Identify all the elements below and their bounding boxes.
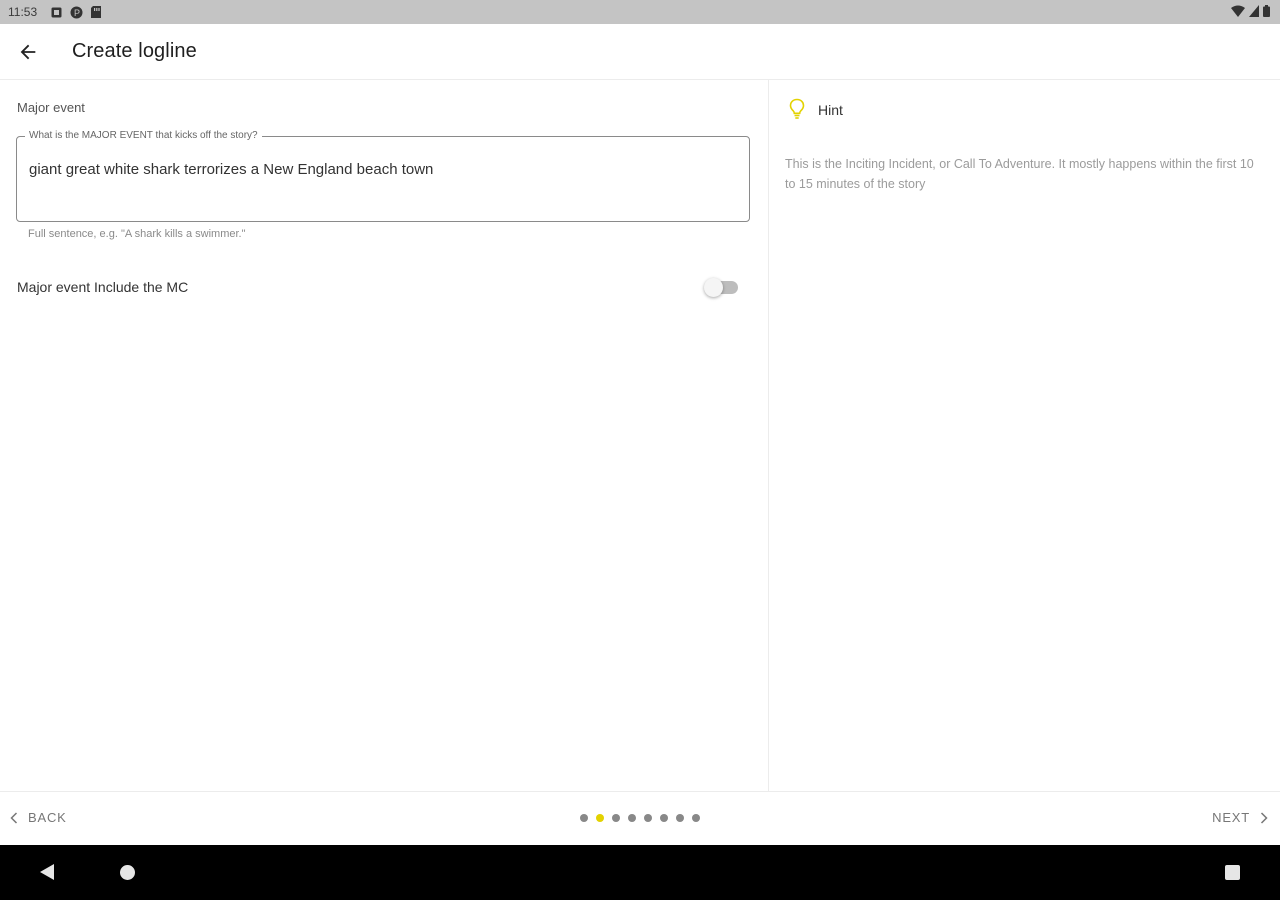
hint-body: This is the Inciting Incident, or Call T… <box>785 157 1254 191</box>
battery-icon <box>1263 5 1270 17</box>
system-status-icons <box>1231 5 1270 17</box>
page-title: Create logline <box>72 40 197 62</box>
sd-card-icon <box>91 6 102 18</box>
section-label: Major event <box>17 100 85 115</box>
page-dot[interactable] <box>612 814 620 822</box>
system-home-icon[interactable] <box>120 865 135 880</box>
include-mc-toggle[interactable] <box>704 278 740 298</box>
system-back-icon[interactable] <box>39 863 55 881</box>
p-circle-icon: P <box>70 6 83 18</box>
pager-bar: BACK NEXT <box>0 791 1280 846</box>
hint-title: Hint <box>818 102 843 118</box>
pane-divider <box>768 80 769 791</box>
major-event-field[interactable]: What is the MAJOR EVENT that kicks off t… <box>16 129 750 222</box>
system-nav-bar <box>0 845 1280 900</box>
svg-text:P: P <box>74 8 80 18</box>
status-bar: 11:53 P <box>0 0 1280 24</box>
arrow-left-icon[interactable] <box>17 41 39 63</box>
page-dot[interactable] <box>628 814 636 822</box>
wifi-icon <box>1231 5 1245 17</box>
app-bar: Create logline <box>0 24 1280 80</box>
page-dot[interactable] <box>660 814 668 822</box>
major-event-field-label: What is the MAJOR EVENT that kicks off t… <box>25 129 262 143</box>
lightbulb-icon <box>789 98 805 119</box>
signal-icon <box>1249 5 1259 17</box>
back-button-label: BACK <box>28 810 67 825</box>
system-recents-icon[interactable] <box>1225 865 1240 880</box>
next-button-label: NEXT <box>1212 810 1250 825</box>
toggle-thumb <box>704 278 723 297</box>
page-dot[interactable] <box>692 814 700 822</box>
square-notification-icon <box>51 7 62 17</box>
form-pane: Major event What is the MAJOR EVENT that… <box>0 80 768 791</box>
toggle-label: Major event Include the MC <box>17 279 189 295</box>
page-dot[interactable] <box>644 814 652 822</box>
page-dot[interactable] <box>580 814 588 822</box>
chevron-right-icon <box>1260 811 1268 824</box>
page-dot[interactable] <box>676 814 684 822</box>
helper-text: Full sentence, e.g. "A shark kills a swi… <box>28 228 246 240</box>
page-dot[interactable] <box>596 814 604 822</box>
notification-icons: P <box>51 6 102 19</box>
status-time: 11:53 <box>8 5 38 19</box>
major-event-input[interactable]: giant great white shark terrorizes a New… <box>29 161 433 178</box>
page-indicator <box>580 814 700 822</box>
next-button[interactable]: NEXT <box>1212 810 1268 825</box>
back-button[interactable]: BACK <box>10 810 67 825</box>
chevron-left-icon <box>10 811 18 824</box>
